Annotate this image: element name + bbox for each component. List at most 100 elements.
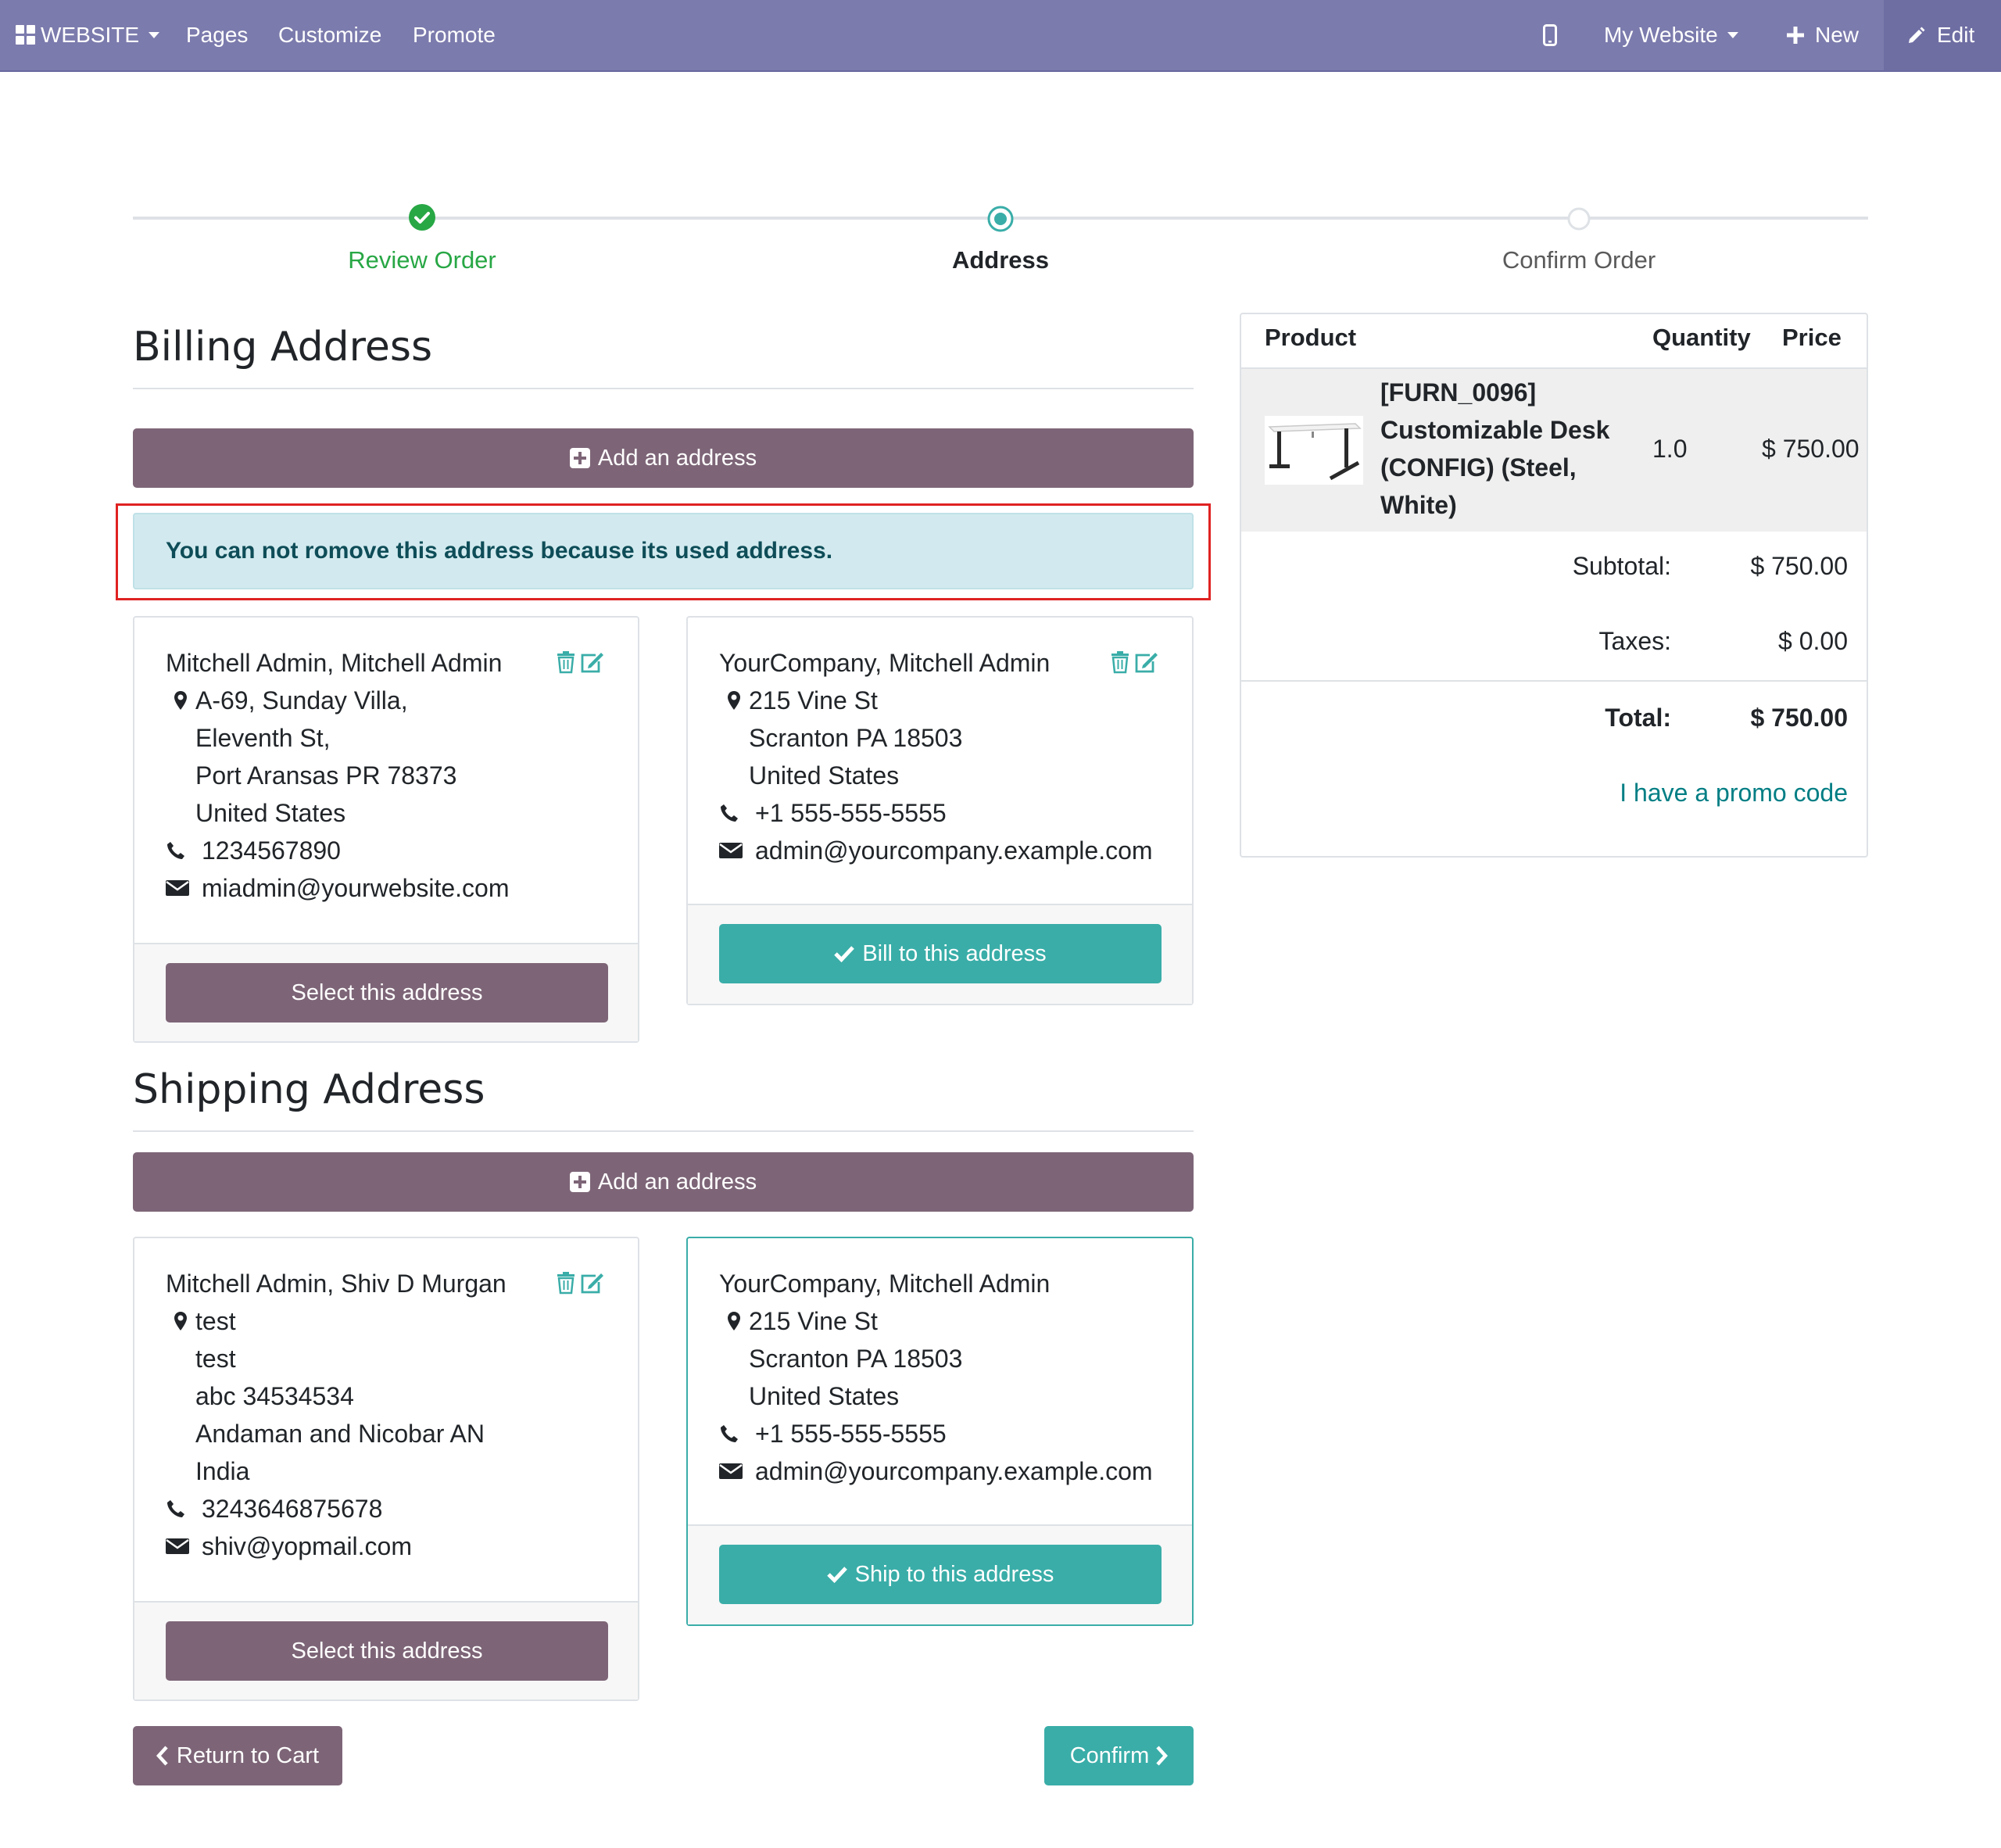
- taxes-value: $ 0.00: [1778, 627, 1848, 655]
- phone-icon: [166, 840, 202, 861]
- chevron-down-icon: [149, 32, 160, 38]
- step-done-check-icon: [408, 203, 436, 231]
- mobile-preview-button[interactable]: [1543, 0, 1557, 70]
- billing-add-address-label: Add an address: [597, 445, 757, 471]
- map-marker-icon: [719, 1311, 749, 1331]
- confirm-label: Confirm: [1069, 1742, 1150, 1768]
- address-line: United States: [195, 799, 346, 827]
- chevron-left-icon: [156, 1746, 168, 1766]
- step-active-dot-icon: [986, 205, 1015, 233]
- address-line: test: [195, 1307, 236, 1335]
- top-navbar: WEBSITE Pages Customize Promote My Websi…: [0, 0, 2001, 72]
- shipping-address-card-1: Mitchell Admin, Shiv D Murgan test test …: [133, 1237, 639, 1701]
- map-marker-icon: [719, 690, 749, 711]
- shipping-card-2-body: YourCompany, Mitchell Admin 215 Vine St …: [719, 1265, 1169, 1490]
- ship-to-address-button[interactable]: Ship to this address: [719, 1545, 1162, 1604]
- map-marker-icon: [166, 690, 195, 711]
- step-address: Address: [951, 246, 1050, 274]
- order-line: [FURN_0096] Customizable Desk (CONFIG) (…: [1241, 367, 1867, 532]
- address-line: Port Aransas PR 78373: [195, 761, 457, 790]
- pencil-icon: [1907, 26, 1926, 45]
- product-quantity: 1.0: [1652, 435, 1688, 463]
- email-address: admin@yourcompany.example.com: [755, 1457, 1153, 1485]
- col-header-price: Price: [1782, 324, 1842, 351]
- site-selector-dropdown[interactable]: My Website: [1604, 0, 1738, 70]
- card-footer: Ship to this address: [688, 1524, 1192, 1624]
- billing-card-2-body: YourCompany, Mitchell Admin 215 Vine St …: [719, 644, 1169, 869]
- new-content-button[interactable]: New: [1787, 0, 1859, 70]
- billing-address-card-1: Mitchell Admin, Mitchell Admin A-69, Sun…: [133, 616, 639, 1043]
- address-line: United States: [749, 761, 900, 790]
- plus-square-icon: [569, 448, 590, 468]
- billing-card-1-body: Mitchell Admin, Mitchell Admin A-69, Sun…: [166, 644, 614, 907]
- address-line: A-69, Sunday Villa,: [195, 686, 408, 714]
- product-name[interactable]: [FURN_0096] Customizable Desk (CONFIG) (…: [1380, 374, 1609, 524]
- shipping-add-address-button[interactable]: Add an address: [133, 1152, 1194, 1212]
- website-app-menu[interactable]: WEBSITE: [16, 0, 160, 70]
- contact-name: Mitchell Admin, Shiv D Murgan: [166, 1270, 507, 1298]
- select-address-button[interactable]: Select this address: [166, 1621, 608, 1681]
- menu-customize[interactable]: Customize: [278, 0, 381, 70]
- address-line: Andaman and Nicobar AN: [195, 1420, 485, 1448]
- email-address: shiv@yopmail.com: [202, 1532, 412, 1560]
- confirm-button[interactable]: Confirm: [1044, 1726, 1194, 1785]
- billing-address-heading: Billing Address: [133, 324, 433, 371]
- phone-number: 3243646875678: [202, 1495, 383, 1523]
- shipping-add-address-label: Add an address: [597, 1169, 757, 1194]
- edit-button[interactable]: Edit: [1907, 0, 1974, 70]
- phone-number: 1234567890: [202, 836, 341, 865]
- shipping-address-heading: Shipping Address: [133, 1066, 485, 1113]
- menu-promote[interactable]: Promote: [413, 0, 496, 70]
- alert-highlight-outline: [116, 503, 1211, 600]
- shipping-address-card-2: YourCompany, Mitchell Admin 215 Vine St …: [686, 1237, 1194, 1626]
- step-todo-circle-icon: [1566, 206, 1591, 231]
- map-marker-icon: [166, 1311, 195, 1331]
- product-image: [1265, 416, 1363, 485]
- bill-to-address-label: Bill to this address: [862, 940, 1047, 966]
- address-line: test: [195, 1345, 236, 1373]
- ship-to-address-label: Ship to this address: [854, 1561, 1054, 1587]
- address-line: abc 34534534: [195, 1382, 354, 1410]
- address-line: 215 Vine St: [749, 686, 878, 714]
- menu-pages[interactable]: Pages: [186, 0, 248, 70]
- plus-square-icon: [569, 1172, 590, 1192]
- total-value: $ 750.00: [1750, 704, 1848, 732]
- billing-divider: [133, 388, 1194, 389]
- subtotal-value: $ 750.00: [1750, 552, 1848, 580]
- card-footer: Select this address: [134, 1601, 638, 1699]
- envelope-icon: [719, 1462, 755, 1481]
- address-line: Scranton PA 18503: [749, 724, 963, 752]
- phone-icon: [166, 1499, 202, 1519]
- address-line: India: [195, 1457, 250, 1485]
- contact-name: YourCompany, Mitchell Admin: [719, 1270, 1051, 1298]
- billing-add-address-button[interactable]: Add an address: [133, 428, 1194, 488]
- return-to-cart-button[interactable]: Return to Cart: [133, 1726, 342, 1785]
- check-icon: [834, 946, 855, 962]
- phone-number: +1 555-555-5555: [755, 799, 947, 827]
- product-price: $ 750.00: [1762, 435, 1860, 463]
- site-selector-label: My Website: [1604, 23, 1718, 47]
- phone-number: +1 555-555-5555: [755, 1420, 947, 1448]
- envelope-icon: [166, 879, 202, 897]
- edit-label: Edit: [1937, 23, 1975, 47]
- col-header-quantity: Quantity: [1652, 324, 1751, 351]
- mobile-phone-icon: [1543, 24, 1557, 46]
- email-address: admin@yourcompany.example.com: [755, 836, 1153, 865]
- card-footer: Bill to this address: [688, 904, 1192, 1004]
- address-line: Eleventh St,: [195, 724, 331, 752]
- email-address: miadmin@yourwebsite.com: [202, 874, 510, 902]
- billing-address-card-2: YourCompany, Mitchell Admin 215 Vine St …: [686, 616, 1194, 1005]
- shipping-divider: [133, 1130, 1194, 1132]
- envelope-icon: [719, 841, 755, 860]
- address-line: Scranton PA 18503: [749, 1345, 963, 1373]
- step-review-order[interactable]: Review Order: [348, 246, 496, 274]
- select-address-button[interactable]: Select this address: [166, 963, 608, 1022]
- bill-to-address-button[interactable]: Bill to this address: [719, 924, 1162, 983]
- promo-code-link[interactable]: I have a promo code: [1476, 779, 1848, 808]
- new-label: New: [1815, 23, 1860, 47]
- shipping-card-1-body: Mitchell Admin, Shiv D Murgan test test …: [166, 1265, 614, 1565]
- contact-name: Mitchell Admin, Mitchell Admin: [166, 649, 503, 677]
- order-summary: Product Quantity Price [FURN_0096] Custo…: [1240, 313, 1868, 858]
- col-header-product: Product: [1265, 324, 1357, 351]
- address-line: 215 Vine St: [749, 1307, 878, 1335]
